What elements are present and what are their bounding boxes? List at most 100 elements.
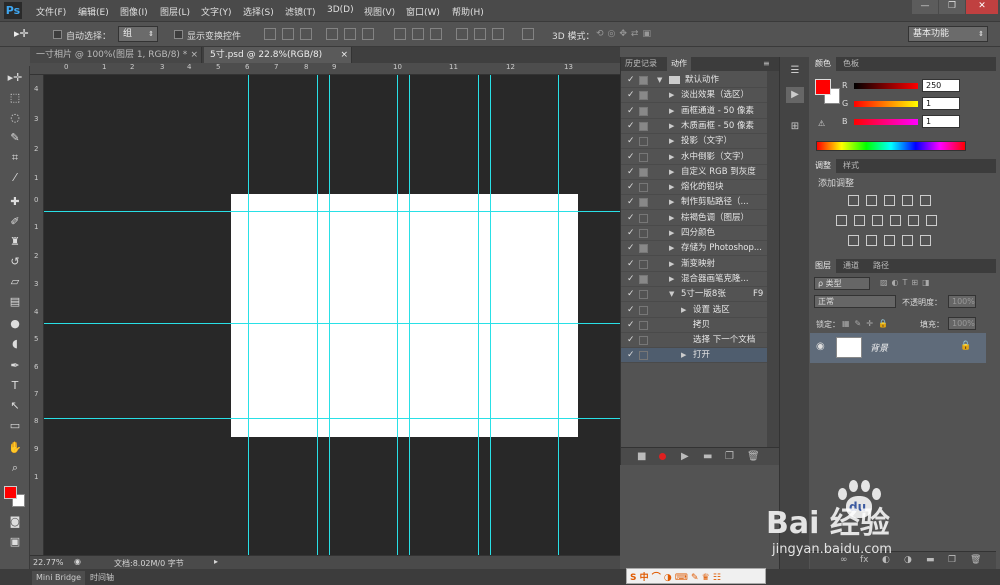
- toggle-check-icon[interactable]: ✓: [627, 333, 635, 348]
- blue-slider[interactable]: [854, 119, 918, 125]
- expand-arrow-icon[interactable]: ▶: [669, 241, 674, 256]
- expand-arrow-icon[interactable]: ▼: [657, 73, 662, 88]
- expand-arrow-icon[interactable]: ▶: [669, 119, 674, 134]
- action-row[interactable]: ✓ ▶ 投影（文字）: [621, 134, 767, 150]
- action-row[interactable]: ✓ ▶ 存储为 Photoshop...: [621, 241, 767, 257]
- toggle-check-icon[interactable]: ✓: [627, 195, 635, 210]
- history-panel-icon[interactable]: ☰: [786, 63, 804, 79]
- red-slider[interactable]: [854, 83, 918, 89]
- action-row[interactable]: ✓ ▶ 设置 选区: [621, 303, 767, 318]
- path-select-tool-icon[interactable]: ↖: [5, 398, 25, 414]
- menu-view[interactable]: 视图(V): [364, 5, 395, 18]
- black-white-icon[interactable]: [872, 215, 883, 226]
- color-foreground-swatch[interactable]: [815, 79, 831, 95]
- invert-icon[interactable]: [848, 235, 859, 246]
- stop-icon[interactable]: ■: [637, 451, 646, 462]
- tab-swatches[interactable]: 色板: [838, 57, 864, 71]
- tab-channels[interactable]: 通道: [838, 259, 864, 273]
- layer-name[interactable]: 背景: [870, 341, 888, 354]
- expand-arrow-icon[interactable]: ▶: [669, 134, 674, 149]
- guide-line[interactable]: [478, 75, 479, 555]
- canvas-area[interactable]: [44, 75, 620, 555]
- menu-file[interactable]: 文件(F): [36, 5, 66, 18]
- action-row[interactable]: ✓ 选择 下一个文档: [621, 333, 767, 349]
- workspace-dropdown[interactable]: 基本功能 ⇕: [908, 26, 988, 42]
- distribute-left-icon[interactable]: [456, 28, 468, 40]
- quick-mask-icon[interactable]: ◙: [5, 514, 25, 530]
- 3d-mode-icons[interactable]: ⟲◎✥⇄▣: [596, 29, 655, 39]
- action-row[interactable]: ✓ ▶ 水中倒影（文字）: [621, 150, 767, 165]
- distribute-vcenter-icon[interactable]: [412, 28, 424, 40]
- dialog-toggle-icon[interactable]: [639, 106, 648, 116]
- color-balance-icon[interactable]: [854, 215, 865, 226]
- tab-history[interactable]: 历史记录: [621, 57, 661, 71]
- tab-document-2[interactable]: 5寸.psd @ 22.8%(RGB/8) ×: [204, 47, 352, 63]
- action-row[interactable]: ✓ 拷贝: [621, 318, 767, 333]
- layer-filter-icons[interactable]: ▨◐T⊞◨: [880, 278, 934, 287]
- opacity-field[interactable]: 100%: [948, 295, 976, 308]
- dialog-toggle-icon[interactable]: [639, 137, 648, 147]
- menu-edit[interactable]: 编辑(E): [78, 5, 109, 18]
- toggle-check-icon[interactable]: ✓: [627, 257, 635, 272]
- curves-icon[interactable]: [884, 195, 895, 206]
- shape-tool-icon[interactable]: ▭: [5, 418, 25, 434]
- restore-button[interactable]: ❐: [939, 0, 965, 14]
- auto-select-checkbox[interactable]: [53, 30, 62, 39]
- foreground-color-swatch[interactable]: [4, 486, 17, 499]
- menu-select[interactable]: 选择(S): [243, 5, 274, 18]
- expand-arrow-icon[interactable]: ▶: [669, 180, 674, 195]
- dialog-toggle-icon[interactable]: [639, 305, 648, 315]
- guide-line[interactable]: [490, 75, 491, 555]
- expand-arrow-icon[interactable]: ▶: [669, 150, 674, 165]
- expand-arrow-icon[interactable]: ▶: [669, 211, 674, 226]
- action-row[interactable]: ✓ ▶ 四分颜色: [621, 226, 767, 241]
- action-row[interactable]: ✓ ▶ 木质画框 - 50 像素: [621, 119, 767, 134]
- tab-close-icon[interactable]: ×: [340, 47, 348, 63]
- distribute-right-icon[interactable]: [492, 28, 504, 40]
- menu-filter[interactable]: 滤镜(T): [285, 5, 316, 18]
- zoom-level[interactable]: 22.77%: [33, 558, 64, 567]
- toggle-check-icon[interactable]: ✓: [627, 119, 635, 134]
- document-canvas[interactable]: [231, 194, 578, 437]
- guide-line[interactable]: [44, 418, 620, 419]
- move-tool-preset-icon[interactable]: ▸✛: [14, 27, 29, 40]
- action-row[interactable]: ✓ ▶ 渐变映射: [621, 257, 767, 272]
- expand-arrow-icon[interactable]: ▼: [669, 287, 674, 302]
- expand-arrow-icon[interactable]: ▶: [669, 257, 674, 272]
- color-lookup-icon[interactable]: [926, 215, 937, 226]
- dialog-toggle-icon[interactable]: [639, 152, 648, 162]
- guide-line[interactable]: [44, 211, 620, 212]
- toggle-check-icon[interactable]: ✓: [627, 150, 635, 165]
- distribute-bottom-icon[interactable]: [430, 28, 442, 40]
- guide-line[interactable]: [409, 75, 410, 555]
- expand-arrow-icon[interactable]: ▶: [669, 104, 674, 119]
- tab-adjustments[interactable]: 调整: [810, 159, 836, 173]
- tab-styles[interactable]: 样式: [838, 159, 864, 173]
- hue-saturation-icon[interactable]: [836, 215, 847, 226]
- expand-arrow-icon[interactable]: ▶: [669, 165, 674, 180]
- selective-color-icon[interactable]: [902, 235, 913, 246]
- ime-toolbar[interactable]: S 中 ⌒ ◑ ⌨ ✎ ♛ ☷: [626, 568, 766, 584]
- dialog-toggle-icon[interactable]: [639, 274, 648, 284]
- actions-panel-icon[interactable]: ▶: [786, 87, 804, 103]
- new-action-icon[interactable]: ❐: [725, 451, 734, 462]
- guide-line[interactable]: [44, 323, 620, 324]
- distribute-hcenter-icon[interactable]: [474, 28, 486, 40]
- gradient-map-icon[interactable]: [920, 235, 931, 246]
- dialog-toggle-icon[interactable]: [639, 213, 648, 223]
- action-row[interactable]: ✓ ▶ 棕褐色调（图层）: [621, 211, 767, 226]
- brush-tool-icon[interactable]: ✐: [5, 214, 25, 230]
- lasso-tool-icon[interactable]: ◌: [5, 110, 25, 126]
- action-row[interactable]: ✓ ▶ 制作剪贴路径（...: [621, 195, 767, 211]
- record-icon[interactable]: [659, 453, 666, 460]
- action-row[interactable]: ✓ ▶ 熔化的铅块: [621, 180, 767, 196]
- history-brush-tool-icon[interactable]: ↺: [5, 254, 25, 270]
- green-slider[interactable]: [854, 101, 918, 107]
- expand-arrow-icon[interactable]: ▶: [681, 348, 686, 363]
- photo-filter-icon[interactable]: [890, 215, 901, 226]
- zoom-tool-icon[interactable]: ⌕: [5, 460, 25, 476]
- brightness-icon[interactable]: [848, 195, 859, 206]
- auto-select-dropdown[interactable]: 组 ⇕: [118, 26, 158, 42]
- dialog-toggle-icon[interactable]: [639, 320, 648, 330]
- dialog-toggle-icon[interactable]: [639, 121, 648, 131]
